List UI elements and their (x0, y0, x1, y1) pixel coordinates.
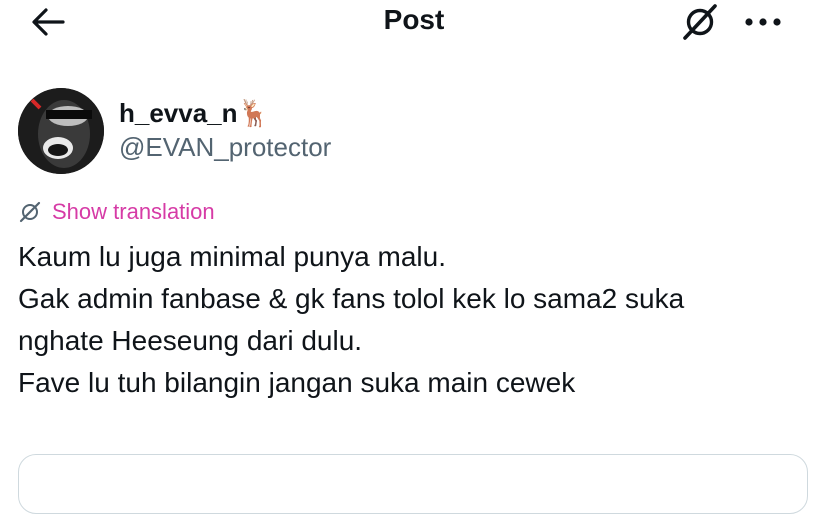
post-author: h_evva_n🦌 @EVAN_protector (18, 88, 718, 178)
tweet-line: Fave lu tuh bilangin jangan suka main ce… (18, 367, 576, 398)
tweet-text: Kaum lu juga minimal punya malu. Gak adm… (18, 236, 818, 404)
grok-button[interactable] (676, 0, 724, 44)
display-name-text: h_evva_n (119, 98, 238, 128)
deer-emoji: 🦌 (237, 98, 270, 128)
top-bar: Post (0, 0, 828, 44)
tweet-line: Gak admin fanbase & gk fans tolol kek lo… (18, 283, 685, 314)
more-options-button[interactable] (738, 2, 788, 42)
avatar-image (18, 88, 104, 174)
translate-icon (19, 201, 41, 223)
grok-icon (683, 4, 717, 40)
more-dots-icon (745, 18, 781, 26)
tweet-line: nghate Heeseung dari dulu. (18, 325, 363, 356)
avatar[interactable] (18, 88, 104, 174)
show-translation-button[interactable]: Show translation (18, 198, 215, 226)
embedded-card[interactable] (18, 454, 808, 514)
author-display-name[interactable]: h_evva_n🦌 (119, 98, 270, 128)
show-translation-label: Show translation (52, 199, 215, 224)
author-handle[interactable]: @EVAN_protector (119, 132, 331, 162)
tweet-line: Kaum lu juga minimal punya malu. (18, 241, 446, 272)
